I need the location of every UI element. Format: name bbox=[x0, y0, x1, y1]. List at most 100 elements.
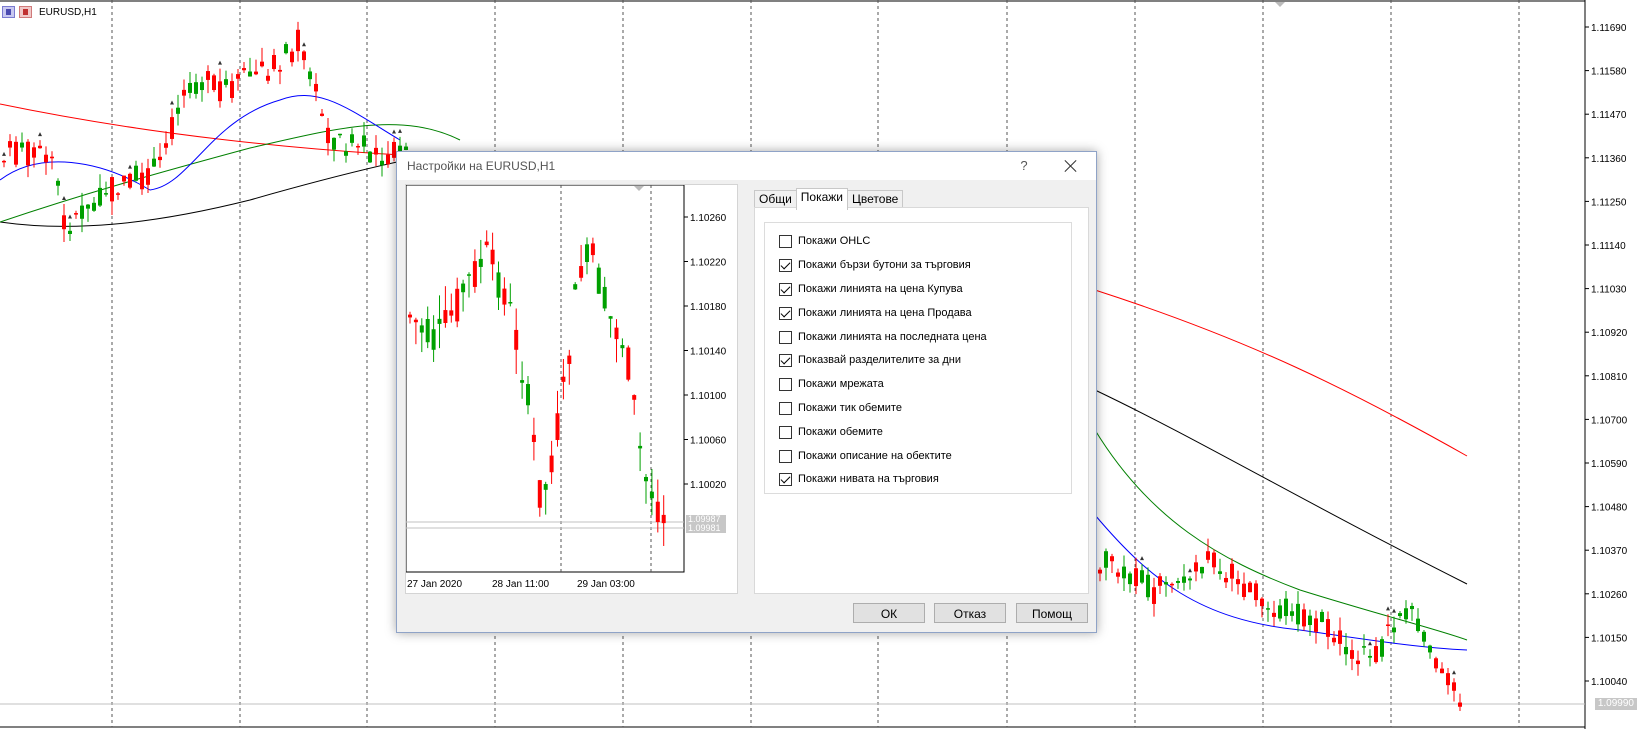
checkbox[interactable] bbox=[779, 330, 792, 344]
candle-body bbox=[236, 74, 240, 79]
checkbox[interactable] bbox=[779, 353, 792, 367]
preview-candle-body bbox=[543, 484, 548, 490]
checkbox[interactable] bbox=[779, 377, 792, 391]
preview-candle-body bbox=[661, 514, 666, 524]
candle-body bbox=[1434, 658, 1438, 669]
price-tick-label: 1.10700 bbox=[1591, 415, 1628, 426]
candle-body bbox=[284, 44, 288, 54]
checkbox[interactable] bbox=[779, 472, 792, 486]
preview-candle-body bbox=[514, 329, 519, 350]
ok-button[interactable]: ОК bbox=[853, 603, 925, 623]
candle-body bbox=[110, 177, 114, 202]
candle-body bbox=[20, 142, 24, 148]
candle-body bbox=[86, 204, 90, 209]
candle-body bbox=[368, 151, 372, 163]
preview-candle-body bbox=[526, 384, 530, 406]
chart-type-icon[interactable] bbox=[2, 6, 15, 18]
preview-candle-body bbox=[455, 288, 460, 322]
preview-candle-body bbox=[461, 283, 466, 293]
candle-body bbox=[164, 143, 168, 148]
candle-body bbox=[386, 154, 390, 165]
preview-candle-body bbox=[549, 455, 554, 473]
checkbox[interactable] bbox=[779, 449, 792, 463]
preview-candle-body bbox=[520, 380, 525, 383]
preview-candle-body bbox=[537, 480, 542, 508]
candle-body bbox=[50, 156, 54, 159]
checkbox[interactable] bbox=[779, 425, 792, 439]
candle-body bbox=[338, 133, 342, 136]
candle-body bbox=[1344, 646, 1348, 655]
preview-chart: 1.10260 1.10220 1.10180 1.10140 1.10100 1.100… bbox=[405, 184, 727, 590]
help-icon[interactable]: ? bbox=[1014, 158, 1034, 173]
candle-body bbox=[140, 172, 144, 190]
candle-body bbox=[1338, 630, 1342, 644]
candle-body bbox=[1290, 611, 1294, 616]
option-object-descriptions[interactable]: Покажи описание на обектите bbox=[779, 447, 952, 465]
checkbox[interactable] bbox=[779, 234, 792, 248]
option-bid-line[interactable]: Покажи линията на цена Продава bbox=[779, 304, 972, 322]
candle-body bbox=[1440, 668, 1444, 674]
price-tick-label: 1.11250 bbox=[1591, 197, 1627, 208]
candle-body bbox=[1116, 572, 1120, 577]
option-ask-line[interactable]: Покажи линията на цена Купува bbox=[779, 280, 963, 298]
candle-body bbox=[1212, 552, 1216, 568]
candle-body bbox=[1332, 637, 1336, 643]
candle-body bbox=[296, 29, 300, 52]
symbol-bar: EURUSD,H1 bbox=[2, 4, 97, 20]
preview-candle-body bbox=[490, 249, 495, 265]
chart-preview: 1.10260 1.10220 1.10180 1.10140 1.10100 1.100… bbox=[405, 184, 738, 594]
candle-body bbox=[56, 180, 60, 186]
preview-candle-body bbox=[443, 310, 448, 324]
candle-body bbox=[8, 141, 12, 148]
candle-body bbox=[1104, 551, 1108, 568]
option-last-price-line[interactable]: Покажи линията на последната цена bbox=[779, 328, 987, 346]
tab-show[interactable]: Покажи bbox=[795, 188, 849, 210]
option-quick-trading-buttons[interactable]: Покажи бързи бутони за търговия bbox=[779, 256, 971, 274]
candle-body bbox=[1410, 605, 1414, 610]
preview-candle-body bbox=[585, 244, 589, 262]
candle-body bbox=[344, 151, 348, 156]
option-show-ohlc[interactable]: Покажи OHLC bbox=[779, 232, 870, 250]
option-trade-levels[interactable]: Покажи нивата на търговия bbox=[779, 470, 939, 488]
candle-body bbox=[128, 173, 132, 188]
candle-body bbox=[1260, 598, 1264, 607]
candle-body bbox=[1326, 619, 1330, 637]
preview-time-label: 28 Jan 11:00 bbox=[492, 579, 550, 590]
option-volumes[interactable]: Покажи обемите bbox=[779, 423, 883, 441]
price-tick-label: 1.11140 bbox=[1591, 241, 1626, 252]
one-click-trading-icon[interactable] bbox=[19, 6, 32, 18]
preview-price-label: 1.10060 bbox=[690, 436, 727, 447]
candle-body bbox=[1302, 609, 1306, 627]
candle-body bbox=[98, 187, 102, 206]
candle-body bbox=[14, 141, 18, 165]
option-show-grid[interactable]: Покажи мрежата bbox=[779, 375, 884, 393]
cancel-button[interactable]: Отказ bbox=[934, 603, 1006, 623]
candle-body bbox=[44, 154, 48, 163]
candle-body bbox=[1206, 551, 1210, 560]
candle-body bbox=[320, 113, 324, 116]
candle-body bbox=[1182, 576, 1186, 583]
candle-body bbox=[1176, 581, 1180, 583]
option-tick-volumes[interactable]: Покажи тик обемите bbox=[779, 399, 902, 417]
chart-properties-dialog: Настройки на EURUSD,H1 ? 1.10260 1.10220 1… bbox=[396, 151, 1097, 633]
checkbox[interactable] bbox=[779, 401, 792, 415]
dialog-titlebar[interactable]: Настройки на EURUSD,H1 ? bbox=[397, 152, 1096, 180]
candle-body bbox=[1200, 566, 1204, 574]
checkbox[interactable] bbox=[779, 258, 792, 272]
candle-body bbox=[1122, 566, 1126, 579]
candle-body bbox=[194, 82, 198, 94]
preview-candle-body bbox=[484, 241, 489, 246]
option-period-separators[interactable]: Показвай разделителите за дни bbox=[779, 351, 961, 369]
help-button[interactable]: Помощ bbox=[1016, 603, 1088, 623]
preview-candle-body bbox=[449, 310, 454, 316]
candle-body bbox=[380, 160, 384, 166]
price-tick-label: 1.11360 bbox=[1591, 154, 1627, 165]
close-icon[interactable] bbox=[1062, 157, 1080, 175]
candle-body bbox=[332, 137, 336, 150]
checkbox[interactable] bbox=[779, 282, 792, 296]
checkbox[interactable] bbox=[779, 306, 792, 320]
price-tick-label: 1.11030 bbox=[1591, 285, 1627, 296]
candle-body bbox=[68, 230, 72, 234]
candle-body bbox=[254, 71, 258, 75]
preview-candle-body bbox=[408, 314, 412, 318]
